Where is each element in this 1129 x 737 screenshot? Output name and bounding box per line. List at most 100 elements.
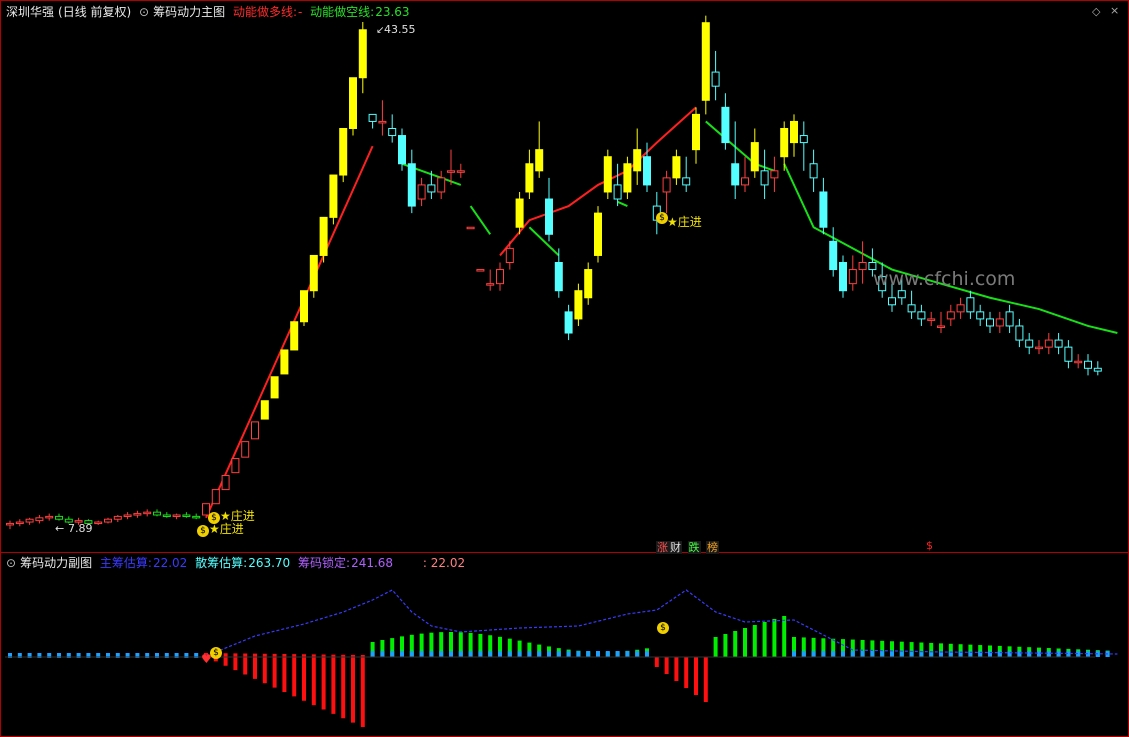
candle-body [839, 261, 847, 292]
sub-bar-base [478, 651, 483, 657]
sub-bar-base [605, 651, 610, 657]
sub-bar [272, 653, 277, 688]
signal-label: ★庄进 [667, 215, 702, 229]
candle-body [221, 474, 230, 491]
candle-body [750, 142, 759, 172]
candle-body [888, 297, 896, 306]
candle-body [143, 511, 152, 515]
sub-bar-base [517, 651, 522, 657]
sub-bar-base [880, 651, 885, 657]
sub-bar [772, 619, 777, 657]
candle-body [554, 261, 563, 292]
candle-body [270, 376, 279, 399]
long-line-series [205, 145, 374, 519]
candle-body [300, 290, 308, 323]
candle-body [848, 269, 857, 285]
sub-bar-base [576, 651, 581, 657]
candle-body [496, 269, 504, 285]
candle-body [1054, 339, 1063, 348]
short-line-series [469, 205, 492, 235]
sub-bar-base [860, 651, 865, 657]
tag-down[interactable]: 跌 [687, 541, 701, 554]
bottom-right-marker: $ [926, 539, 933, 552]
candle-body [486, 283, 495, 286]
sub-bar-base [645, 651, 649, 657]
candle-body [476, 269, 485, 272]
sub-bar [762, 622, 767, 657]
candle-body [319, 216, 328, 256]
sub-bar [331, 654, 336, 714]
sub-bar-base [841, 651, 845, 657]
sub-money-bag-icon-2: $ [657, 622, 669, 634]
sub-bar-base [380, 651, 385, 657]
candle-body [172, 514, 181, 517]
sub-bar-base [507, 651, 512, 657]
sub-bar-base [556, 651, 561, 657]
sub-bar [292, 654, 297, 697]
tag-up[interactable]: 涨 [656, 541, 669, 554]
candle-body [1093, 367, 1102, 372]
candle-body [741, 177, 749, 186]
sub-bar-base [468, 651, 473, 657]
sub-bar-base [498, 651, 502, 657]
candle-body [897, 290, 906, 299]
candle-body [858, 261, 867, 271]
candle-body [799, 135, 808, 144]
candle-body [153, 511, 161, 516]
sub-bar-base [439, 651, 444, 657]
high-price-marker: 43.55 [384, 23, 416, 36]
sub-bar-base [615, 651, 620, 657]
sub-bar-base [821, 651, 826, 657]
signal-marker-4[interactable]: ★庄进 [667, 211, 702, 230]
candle-body [584, 269, 593, 299]
candle-body [829, 240, 838, 271]
candle-body [231, 458, 240, 474]
sub-bar-base [537, 651, 542, 657]
sub-bar-base [997, 651, 1002, 657]
sub-bar [674, 657, 679, 681]
sub-bar [311, 654, 316, 706]
sub-bar-base [1017, 651, 1022, 657]
sub-bar-base [566, 651, 571, 657]
candle-body [721, 106, 730, 144]
candle-body [662, 177, 671, 193]
sub-bar [664, 657, 669, 674]
price-chart[interactable]: 43.55 ↙ ← 7.89 www.cfchi.com [0, 0, 1129, 737]
candle-body [45, 515, 54, 519]
candle-body [94, 521, 103, 525]
candle-body [466, 226, 475, 230]
candle-body [790, 120, 798, 144]
sub-bar-base [988, 651, 992, 657]
sub-bar-base [635, 651, 640, 657]
sub-bar [223, 653, 228, 666]
signal-label: ★庄进 [209, 522, 244, 536]
sub-bar [733, 631, 738, 657]
sub-money-bag-icon: $ [210, 647, 222, 659]
candle-body [966, 297, 975, 313]
sub-bar-base [811, 651, 816, 657]
sub-bar-base [1027, 651, 1032, 657]
candle-body [819, 191, 828, 228]
tag-finance[interactable]: 财 [669, 541, 682, 554]
candle-body [309, 254, 318, 292]
candle-body [368, 113, 377, 122]
candle-body [123, 514, 132, 517]
tag-rank[interactable]: 榜 [706, 541, 719, 554]
watermark: www.cfchi.com [873, 268, 1015, 290]
candle-body [701, 22, 710, 101]
low-arrow-icon: ← [55, 522, 64, 535]
sub-bar [302, 654, 306, 701]
sub-bar-base [488, 651, 493, 657]
sub-bar-base [801, 651, 806, 657]
candle-body [104, 518, 112, 523]
candle-body [329, 174, 338, 218]
money-bag-icon: $ [197, 525, 209, 537]
candle-body [378, 120, 387, 124]
signal-marker-2[interactable]: $ ★庄进 [208, 505, 255, 524]
sub-bar [743, 628, 747, 657]
candle-body [545, 198, 553, 235]
sub-bar-base [1037, 651, 1041, 657]
candle-body [437, 177, 446, 193]
candle-body [280, 349, 289, 375]
candle-body [515, 198, 524, 228]
